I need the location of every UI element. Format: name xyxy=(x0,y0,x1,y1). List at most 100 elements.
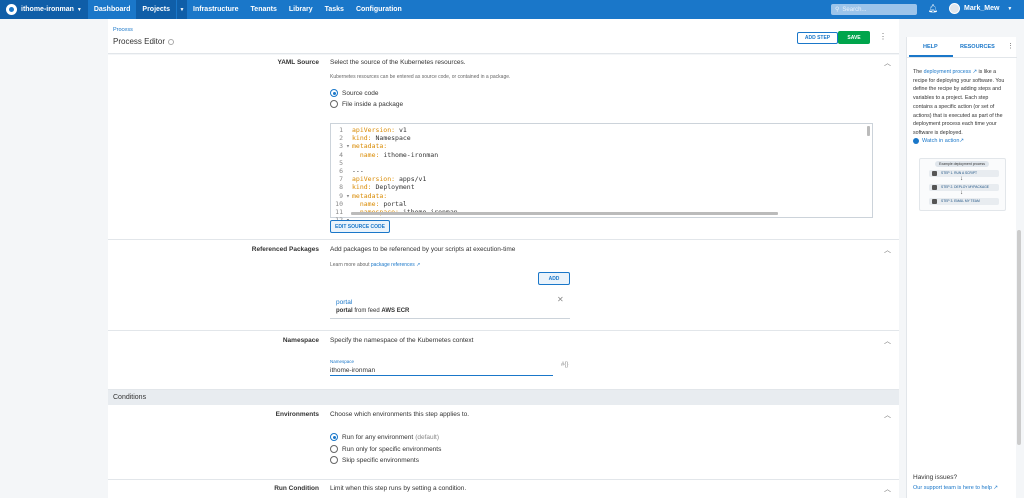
package-references-link[interactable]: package references xyxy=(371,262,415,268)
code-line[interactable]: 10 name: portal xyxy=(331,200,872,208)
radio-selected-icon xyxy=(330,433,338,441)
radio-unselected-icon xyxy=(330,445,338,453)
learn-more-prefix: Learn more about xyxy=(330,262,370,268)
radio-source-code[interactable]: Source code xyxy=(330,89,379,97)
code-line[interactable]: 2 kind: Namespace xyxy=(331,134,872,142)
tab-resources[interactable]: RESOURCES xyxy=(960,44,995,50)
diagram-step: STEP 2. DEPLOY MYPACKAGE xyxy=(929,184,999,191)
script-icon xyxy=(932,171,937,176)
page-scrollbar[interactable] xyxy=(1017,230,1021,445)
line-number: 7 xyxy=(339,175,343,184)
code-line[interactable]: 3 ▾ metadata: xyxy=(331,142,872,150)
code-line[interactable]: 9 ▾ metadata: xyxy=(331,192,872,200)
code-value: portal xyxy=(379,199,407,208)
info-icon[interactable] xyxy=(168,38,175,45)
line-number: 5 xyxy=(339,158,343,167)
environments-section: Environments Choose which environments t… xyxy=(108,405,899,480)
external-link-icon: ↗ xyxy=(414,262,421,268)
radio-unselected-icon xyxy=(330,100,338,108)
namespace-input[interactable]: ithome-ironman xyxy=(330,365,553,376)
editor-horizontal-scrollbar[interactable] xyxy=(351,212,778,215)
avatar xyxy=(949,3,960,14)
collapse-chevron-icon[interactable]: ︿ xyxy=(884,336,891,346)
radio-skip-environments[interactable]: Skip specific environments xyxy=(330,456,419,464)
yaml-source-hint: Kubernetes resources can be entered as s… xyxy=(330,74,511,80)
referenced-packages-description: Add packages to be referenced by your sc… xyxy=(330,246,516,253)
edit-source-code-button[interactable]: EDIT SOURCE CODE xyxy=(330,220,390,233)
radio-any-environment[interactable]: Run for any environment (default) xyxy=(330,433,439,441)
nav-tasks[interactable]: Tasks xyxy=(319,0,350,19)
line-number: 10 xyxy=(335,199,343,208)
package-references-hint: Learn more about package references ↗ xyxy=(330,262,420,268)
package-name[interactable]: portal xyxy=(336,299,352,306)
line-number: 6 xyxy=(339,166,343,175)
code-line[interactable]: 12▾ xyxy=(331,216,872,224)
collapse-chevron-icon[interactable]: ︿ xyxy=(884,245,891,255)
add-step-button[interactable]: ADD STEP xyxy=(797,32,838,44)
help-text: The deployment process ↗ is like a recip… xyxy=(913,68,1009,138)
bell-icon[interactable]: 🔔︎ xyxy=(928,4,938,13)
nav-dashboard[interactable]: Dashboard xyxy=(88,0,137,19)
nav-projects[interactable]: Projects xyxy=(136,0,177,19)
code-line[interactable]: 1 apiVersion: v1 xyxy=(331,126,872,134)
add-package-button[interactable]: ADD xyxy=(538,272,570,285)
namespace-label: Namespace xyxy=(282,337,319,344)
nav-tenants[interactable]: Tenants xyxy=(245,0,283,19)
code-key: name: xyxy=(352,199,380,208)
code-editor[interactable]: 1 apiVersion: v1 2 kind: Namespace 3 ▾ metadat… xyxy=(330,123,873,224)
user-menu[interactable]: Mark_Mew ▼ xyxy=(949,3,1012,14)
diagram-step: STEP 3. EMAIL MY TEAM xyxy=(929,198,999,205)
radio-label: Source code xyxy=(342,89,379,97)
remove-package-icon[interactable]: ✕ xyxy=(557,295,564,304)
play-icon xyxy=(913,138,919,144)
radio-label: Run for any environment xyxy=(342,433,414,441)
referenced-packages-label: Referenced Packages xyxy=(251,246,319,253)
nav-infrastructure[interactable]: Infrastructure xyxy=(187,0,245,19)
code-line[interactable]: 6 --- xyxy=(331,167,872,175)
diagram-step: STEP 1. RUN A SCRIPT xyxy=(929,170,999,177)
tab-help[interactable]: HELP xyxy=(923,44,938,50)
collapse-chevron-icon[interactable]: ︿ xyxy=(884,410,891,420)
more-options-icon[interactable]: ⋮ xyxy=(879,32,887,41)
line-number: 3 xyxy=(339,142,343,151)
conditions-heading: Conditions xyxy=(108,390,899,405)
package-item[interactable]: portal portal from feed AWS ECR ✕ xyxy=(330,294,570,319)
radio-unselected-icon xyxy=(330,456,338,464)
code-line[interactable]: 4 name: ithome-ironman xyxy=(331,151,872,159)
code-line[interactable]: 5 xyxy=(331,159,872,167)
breadcrumb[interactable]: Process xyxy=(113,27,133,33)
environments-description: Choose which environments this step appl… xyxy=(330,411,470,418)
space-logo-icon xyxy=(6,4,17,15)
nav-configuration[interactable]: Configuration xyxy=(350,0,408,19)
search-input[interactable]: ⚲ Search... xyxy=(831,4,917,15)
deployment-process-link[interactable]: deployment process xyxy=(924,69,971,75)
search-icon: ⚲ xyxy=(835,7,840,13)
radio-file-in-package[interactable]: File inside a package xyxy=(330,100,403,108)
variable-binding-icon[interactable]: #{} xyxy=(561,362,568,368)
support-link-label: Our support team is here to help xyxy=(913,485,992,491)
watch-in-action-link[interactable]: Watch in action ↗ xyxy=(913,138,964,144)
page-header: Process Process Editor ADD STEP SAVE ⋮ xyxy=(108,19,899,54)
default-tag: (default) xyxy=(415,433,440,441)
code-line[interactable]: 8 kind: Deployment xyxy=(331,183,872,191)
more-options-icon[interactable]: ⋮ xyxy=(1007,42,1014,50)
line-number: 1 xyxy=(339,126,343,134)
editor-vertical-scrollbar[interactable] xyxy=(867,126,870,136)
projects-dropdown-icon[interactable]: ▼ xyxy=(176,0,188,19)
process-form: YAML Source Select the source of the Kub… xyxy=(108,55,899,498)
code-key: kind: xyxy=(352,134,372,143)
package-feed-from: from feed xyxy=(354,308,380,314)
radio-label: Skip specific environments xyxy=(342,456,419,464)
collapse-chevron-icon[interactable]: ︿ xyxy=(884,484,891,494)
code-value: ithome-ironman xyxy=(379,150,439,159)
code-key: metadata: xyxy=(352,142,388,151)
code-value: v1 xyxy=(395,126,407,134)
support-link[interactable]: Our support team is here to help ↗ xyxy=(913,485,998,491)
save-button[interactable]: SAVE xyxy=(838,31,870,44)
radio-specific-environments[interactable]: Run only for specific environments xyxy=(330,445,441,453)
code-key: metadata: xyxy=(352,191,388,200)
collapse-chevron-icon[interactable]: ︿ xyxy=(884,58,891,68)
space-selector[interactable]: ithome-ironman ▼ xyxy=(0,0,88,19)
nav-library[interactable]: Library xyxy=(283,0,319,19)
code-line[interactable]: 7 apiVersion: apps/v1 xyxy=(331,175,872,183)
